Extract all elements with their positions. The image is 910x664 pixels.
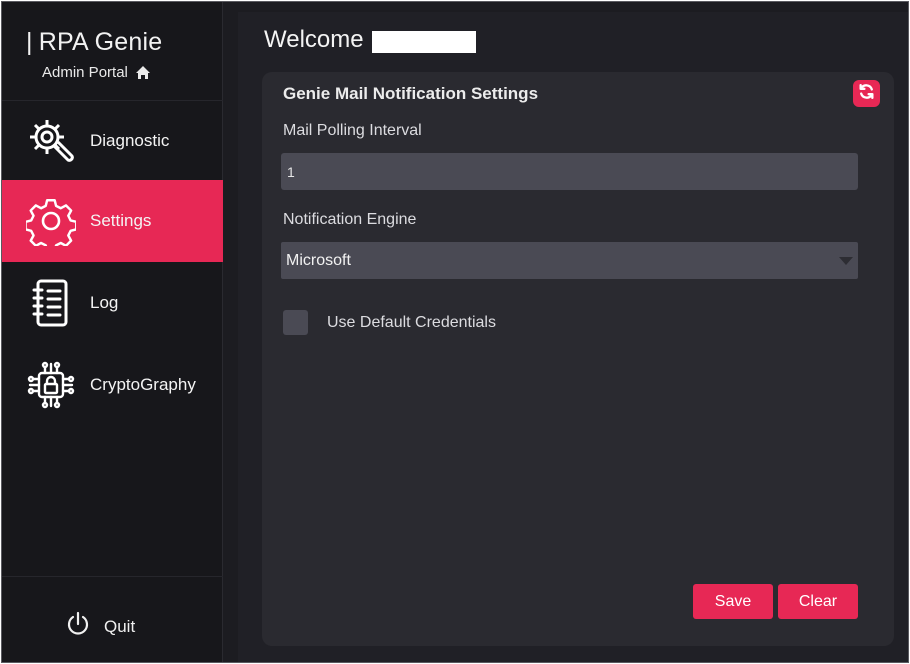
sidebar-item-cryptography[interactable]: CryptoGraphy: [2, 344, 223, 426]
notification-engine-select[interactable]: Microsoft: [281, 242, 858, 279]
default-credentials-row[interactable]: Use Default Credentials: [283, 310, 496, 335]
caret-down-icon: [839, 257, 853, 265]
power-icon: [64, 610, 92, 643]
card-title: Genie Mail Notification Settings: [283, 84, 539, 103]
gear-wrench-icon: [26, 116, 76, 166]
brand-name: RPA Genie: [38, 28, 163, 56]
mail-notification-settings-card: Genie Mail Notification Settings Mail Po…: [262, 72, 894, 646]
welcome-heading: Welcome: [264, 26, 476, 54]
refresh-icon: [858, 83, 875, 105]
sidebar-item-label: Settings: [90, 211, 152, 230]
welcome-label: Welcome: [264, 26, 364, 53]
quit-divider: [2, 576, 223, 577]
notebook-icon: [26, 278, 76, 328]
clear-button[interactable]: Clear: [778, 584, 858, 619]
sidebar-item-settings[interactable]: Settings: [2, 180, 223, 262]
refresh-button[interactable]: [853, 80, 880, 107]
gear-icon: [26, 196, 76, 246]
brand-title: | RPA Genie: [26, 28, 162, 57]
sidebar-item-label: Diagnostic: [90, 131, 170, 150]
polling-interval-input[interactable]: [281, 153, 858, 190]
sidebar-item-label: CryptoGraphy: [90, 375, 196, 394]
admin-portal-link[interactable]: Admin Portal: [42, 64, 151, 81]
sidebar: | RPA Genie Admin Portal Diagnostic Sett…: [2, 2, 223, 662]
save-button[interactable]: Save: [693, 584, 773, 619]
default-credentials-label: Use Default Credentials: [327, 313, 496, 331]
notification-engine-value: Microsoft: [286, 251, 351, 269]
sidebar-item-log[interactable]: Log: [2, 262, 223, 344]
quit-label: Quit: [104, 616, 136, 636]
default-credentials-checkbox[interactable]: [283, 310, 308, 335]
sidebar-item-diagnostic[interactable]: Diagnostic: [2, 100, 223, 182]
circuit-lock-icon: [26, 360, 76, 410]
redacted-username: [371, 30, 476, 53]
brand-prefix: |: [26, 28, 33, 56]
home-icon: [135, 65, 151, 80]
admin-portal-label: Admin Portal: [42, 64, 128, 81]
sidebar-item-label: Log: [90, 293, 119, 312]
quit-button[interactable]: Quit: [64, 610, 135, 643]
notification-engine-label: Notification Engine: [283, 211, 417, 228]
polling-interval-label: Mail Polling Interval: [283, 122, 422, 139]
app-window: | RPA Genie Admin Portal Diagnostic Sett…: [1, 1, 909, 663]
